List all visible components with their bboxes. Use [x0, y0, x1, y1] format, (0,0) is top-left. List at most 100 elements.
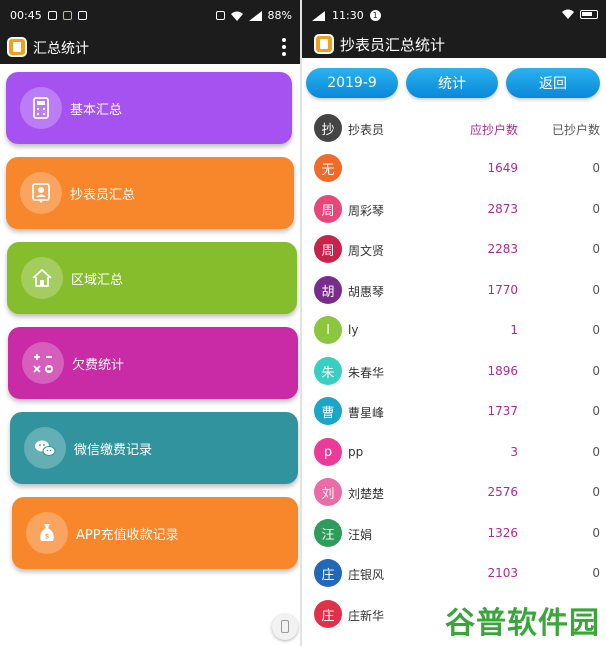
- svg-text:$: $: [45, 533, 49, 541]
- status-bar: 11:30 1: [302, 0, 606, 30]
- table-row[interactable]: 无 1649 0: [302, 150, 606, 188]
- table-row[interactable]: l ly 1 0: [302, 312, 606, 350]
- avatar: 周: [314, 195, 342, 223]
- avatar: 胡: [314, 276, 342, 304]
- avatar: 曹: [314, 397, 342, 425]
- table-row[interactable]: 周周彩琴 2873 0: [302, 191, 606, 229]
- app-bar: 抄表员汇总统计: [302, 30, 606, 58]
- alarm-icon: [215, 11, 225, 20]
- table-row[interactable]: 刘刘楚楚 2576 0: [302, 474, 606, 512]
- done-count: 0: [592, 202, 600, 216]
- done-count: 0: [592, 404, 600, 418]
- site-watermark: 谷普软件园: [445, 606, 600, 641]
- done-count: 0: [592, 566, 600, 580]
- reader-name: 庄银风: [348, 568, 385, 582]
- reader-name: 周文贤: [348, 244, 385, 258]
- avatar: 周: [314, 235, 342, 263]
- menu-card-wechat-payment-records[interactable]: 微信缴费记录: [10, 412, 298, 484]
- battery-icon: [580, 9, 598, 19]
- money-bag-icon: $: [26, 512, 68, 554]
- reader-name: 曹星峰: [348, 406, 385, 420]
- due-count: 1896: [487, 364, 518, 378]
- more-options-icon[interactable]: [282, 38, 286, 56]
- menu-card-basic-summary[interactable]: 基本汇总: [6, 72, 292, 144]
- menu-card-area-summary[interactable]: 区域汇总: [7, 242, 297, 314]
- wifi-icon: [230, 11, 243, 21]
- menu-card-label: 欠费统计: [72, 358, 125, 373]
- reader-name: 胡惠琴: [348, 285, 385, 299]
- menu-card-label: 抄表员汇总: [70, 188, 136, 203]
- table-row[interactable]: 周周文贤 2283 0: [302, 231, 606, 269]
- clock: 00:45: [10, 9, 42, 22]
- notification-icon: [62, 11, 72, 20]
- reader-name: 刘楚楚: [348, 487, 385, 501]
- avatar: 汪: [314, 519, 342, 547]
- avatar: 刘: [314, 478, 342, 506]
- contact-card-icon: [20, 172, 62, 214]
- due-count: 1326: [487, 526, 518, 540]
- reader-name: pp: [348, 445, 364, 459]
- month-selector-button[interactable]: 2019-9: [306, 68, 398, 98]
- app-notification-icon: [77, 11, 87, 20]
- column-header-reader: 抄表员: [348, 123, 385, 137]
- status-bar: 00:45 88%: [0, 0, 300, 30]
- reader-name: 周彩琴: [348, 204, 385, 218]
- table-header: 抄 抄表员 应抄户数 已抄户数: [302, 110, 606, 146]
- page-title: 抄表员汇总统计: [340, 36, 446, 54]
- menu-card-app-recharge-records[interactable]: $ APP充值收款记录: [12, 497, 298, 569]
- reader-summary-screen: 11:30 1 抄表员汇总统计 2019-9 统计 返回 抄 抄表员 应抄户数 …: [302, 0, 606, 646]
- clock: 11:30: [332, 9, 364, 22]
- done-count: 0: [592, 445, 600, 459]
- stats-button[interactable]: 统计: [406, 68, 498, 98]
- table-row[interactable]: p pp 3 0: [302, 434, 606, 472]
- floating-page-button[interactable]: [272, 614, 298, 640]
- due-count: 1737: [487, 404, 518, 418]
- wifi-icon: [562, 9, 574, 19]
- due-count: 2576: [487, 485, 518, 499]
- reader-name: ly: [348, 323, 359, 337]
- math-symbols-icon: [22, 342, 64, 384]
- back-button[interactable]: 返回: [506, 68, 600, 98]
- reader-name: 汪娟: [348, 528, 373, 542]
- due-count: 3: [510, 445, 518, 459]
- home-icon: [21, 257, 63, 299]
- due-count: 1649: [487, 161, 518, 175]
- due-count: 2283: [487, 242, 518, 256]
- avatar: l: [314, 316, 342, 344]
- table-row[interactable]: 曹曹星峰 1737 0: [302, 393, 606, 431]
- menu-card-arrears-stats[interactable]: 欠费统计: [8, 327, 298, 399]
- avatar: p: [314, 438, 342, 466]
- header-avatar: 抄: [314, 114, 342, 142]
- done-count: 0: [592, 364, 600, 378]
- done-count: 0: [592, 526, 600, 540]
- due-count: 2103: [487, 566, 518, 580]
- avatar: 朱: [314, 357, 342, 385]
- menu-card-label: 基本汇总: [70, 103, 123, 118]
- menu-card-label: APP充值收款记录: [76, 528, 179, 543]
- page-title: 汇总统计: [33, 41, 89, 57]
- action-bar: 2019-9 统计 返回: [302, 68, 606, 98]
- table-row[interactable]: 庄庄银风 2103 0: [302, 555, 606, 593]
- avatar: 无: [314, 154, 342, 182]
- done-count: 0: [592, 161, 600, 175]
- table-row[interactable]: 朱朱春华 1896 0: [302, 353, 606, 391]
- column-header-due: 应抄户数: [469, 123, 518, 137]
- battery-percent: 88%: [267, 9, 292, 22]
- due-count: 2873: [487, 202, 518, 216]
- menu-card-reader-summary[interactable]: 抄表员汇总: [6, 157, 294, 229]
- table-row[interactable]: 胡胡惠琴 1770 0: [302, 272, 606, 310]
- app-bar: 汇总统计: [0, 30, 300, 64]
- app-logo-icon: [314, 34, 334, 54]
- done-count: 0: [592, 283, 600, 297]
- done-count: 0: [592, 485, 600, 499]
- app-logo-icon: [7, 37, 27, 57]
- done-count: 0: [592, 242, 600, 256]
- due-count: 1: [510, 323, 518, 337]
- wechat-icon: [24, 427, 66, 469]
- due-count: 1770: [487, 283, 518, 297]
- shield-icon: [47, 11, 57, 20]
- reader-name: 庄新华: [348, 609, 385, 623]
- menu-card-label: 微信缴费记录: [74, 443, 153, 458]
- reader-name: 朱春华: [348, 366, 385, 380]
- table-row[interactable]: 汪汪娟 1326 0: [302, 515, 606, 553]
